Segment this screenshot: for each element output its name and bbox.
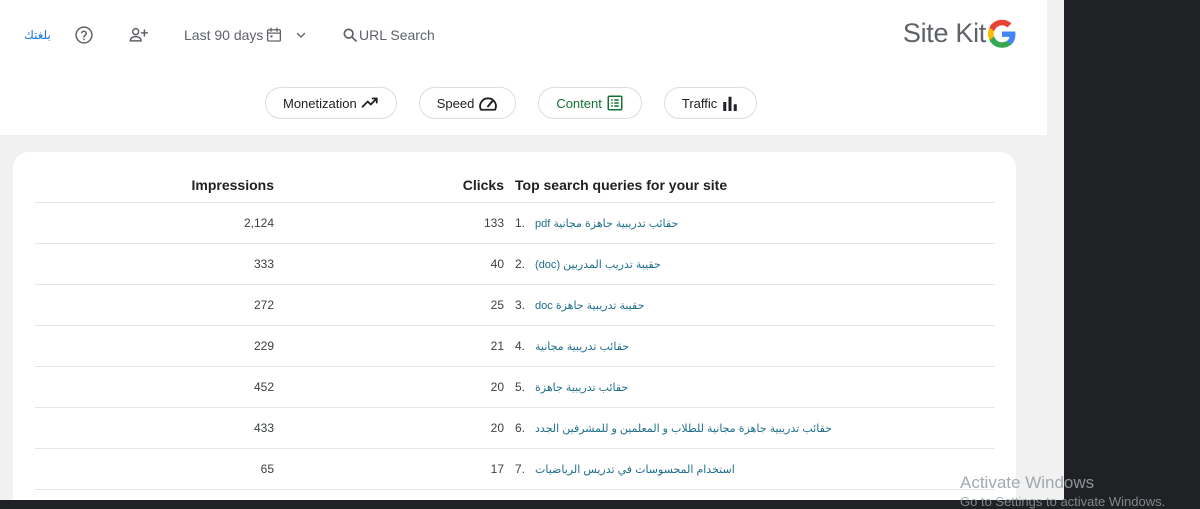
query-rank: 5. (515, 380, 526, 394)
table-row: 229 21 4. حقائب تدريبية مجانية (35, 326, 995, 367)
query-cell: 4. حقائب تدريبية مجانية (515, 326, 975, 366)
header-clicks[interactable]: Clicks (335, 167, 504, 202)
trending-up-icon (361, 97, 378, 108)
query-link[interactable]: حقائب تدريبية مجانية (535, 340, 629, 353)
table-row: 452 20 5. حقائب تدريبية جاهزة (35, 367, 995, 408)
tab-speed-label: Speed (436, 95, 475, 111)
query-link[interactable]: حقائب تدريبية جاهزة (535, 381, 628, 394)
query-link[interactable]: حقائب تدريبية جاهزة مجانية للطلاب و المع… (535, 422, 832, 435)
tab-traffic-label: Traffic (681, 95, 718, 111)
url-search-label: URL Search (359, 27, 435, 43)
clicks-value: 133 (483, 216, 504, 230)
calendar-icon (267, 27, 282, 42)
tab-monetization-label: Monetization (283, 95, 357, 111)
date-range-label: Last 90 days (184, 27, 264, 43)
chevron-down-icon (297, 32, 306, 38)
clicks-value: 40 (490, 257, 504, 271)
impressions-value: 2,124 (243, 216, 274, 230)
table-row: 333 40 2. حقيبة تدريب المدربين (doc) (35, 244, 995, 285)
site-kit-dashboard: بلغتك Last 90 days URL Search Site Kit M… (0, 0, 1047, 500)
header-impressions[interactable]: Impressions (35, 167, 274, 202)
add-user-button[interactable] (128, 22, 150, 48)
tab-monetization[interactable]: Monetization (265, 87, 397, 119)
impressions-value: 65 (260, 462, 274, 476)
bar-chart-icon (723, 96, 738, 111)
dashboard-tabs: Monetization Speed Content Traffic (265, 87, 758, 119)
language-link[interactable]: بلغتك (24, 22, 51, 48)
query-link[interactable]: حقائب تدريبية جاهزة مجانية pdf (535, 217, 678, 230)
query-rank: 6. (515, 421, 526, 435)
impressions-value: 272 (253, 298, 274, 312)
impressions-value: 452 (253, 380, 274, 394)
tab-content-label: Content (556, 95, 602, 111)
query-cell: 5. حقائب تدريبية جاهزة (515, 367, 975, 407)
top-queries-table: Impressions Clicks Top search queries fo… (35, 167, 995, 490)
table-header-row: Impressions Clicks Top search queries fo… (35, 167, 995, 203)
activate-windows-subtitle: Go to Settings to activate Windows. (960, 494, 1166, 509)
query-rank: 1. (515, 216, 526, 230)
person-add-icon (129, 27, 149, 42)
top-queries-card: Impressions Clicks Top search queries fo… (13, 152, 1016, 500)
site-kit-logo[interactable]: Site Kit (903, 18, 1017, 49)
table-row: 433 20 6. حقائب تدريبية جاهزة مجانية للط… (35, 408, 995, 449)
google-g-icon (987, 19, 1016, 48)
query-cell: 6. حقائب تدريبية جاهزة مجانية للطلاب و ا… (515, 408, 975, 448)
header-bar: بلغتك Last 90 days URL Search Site Kit (0, 0, 1047, 70)
query-link[interactable]: حقيبة تدريبية جاهزة doc (535, 299, 644, 312)
help-button[interactable] (74, 22, 94, 48)
clicks-value: 21 (490, 339, 504, 353)
query-cell: 7. استخدام المحسوسات في تدريس الرياضيات (515, 449, 975, 489)
list-icon (607, 95, 623, 111)
date-range-selector[interactable]: Last 90 days (184, 22, 307, 48)
query-cell: 1. حقائب تدريبية جاهزة مجانية pdf (515, 203, 975, 243)
clicks-value: 17 (490, 462, 504, 476)
query-rank: 2. (515, 257, 526, 271)
query-cell: 3. حقيبة تدريبية جاهزة doc (515, 285, 975, 325)
clicks-value: 25 (490, 298, 504, 312)
impressions-value: 333 (253, 257, 274, 271)
page-scroll-gutter (1047, 0, 1064, 500)
query-rank: 4. (515, 339, 526, 353)
impressions-value: 229 (253, 339, 274, 353)
table-row: 65 17 7. استخدام المحسوسات في تدريس الري… (35, 449, 995, 490)
clicks-value: 20 (490, 421, 504, 435)
clicks-value: 20 (490, 380, 504, 394)
logo-text: Site Kit (902, 18, 986, 48)
header-query: Top search queries for your site (515, 176, 728, 193)
query-cell: 2. حقيبة تدريب المدربين (doc) (515, 244, 975, 284)
query-link[interactable]: استخدام المحسوسات في تدريس الرياضيات (535, 463, 735, 476)
tab-traffic[interactable]: Traffic (663, 87, 758, 119)
table-row: 2,124 133 1. حقائب تدريبية جاهزة مجانية … (35, 203, 995, 244)
query-link[interactable]: حقيبة تدريب المدربين (doc) (535, 258, 661, 271)
desktop-background (1064, 0, 1200, 500)
header: بلغتك Last 90 days URL Search Site Kit M… (0, 0, 1047, 135)
url-search-button[interactable]: URL Search (342, 22, 435, 48)
activate-windows-watermark: Activate Windows (960, 473, 1095, 492)
language-link-label: بلغتك (24, 28, 51, 42)
help-icon (75, 26, 93, 44)
tab-speed[interactable]: Speed (418, 87, 517, 119)
table-row: 272 25 3. حقيبة تدريبية جاهزة doc (35, 285, 995, 326)
query-rank: 3. (515, 298, 526, 312)
query-rank: 7. (515, 462, 526, 476)
speedometer-icon (479, 96, 498, 111)
tab-content[interactable]: Content (538, 87, 642, 119)
search-icon (343, 28, 357, 42)
impressions-value: 433 (253, 421, 274, 435)
